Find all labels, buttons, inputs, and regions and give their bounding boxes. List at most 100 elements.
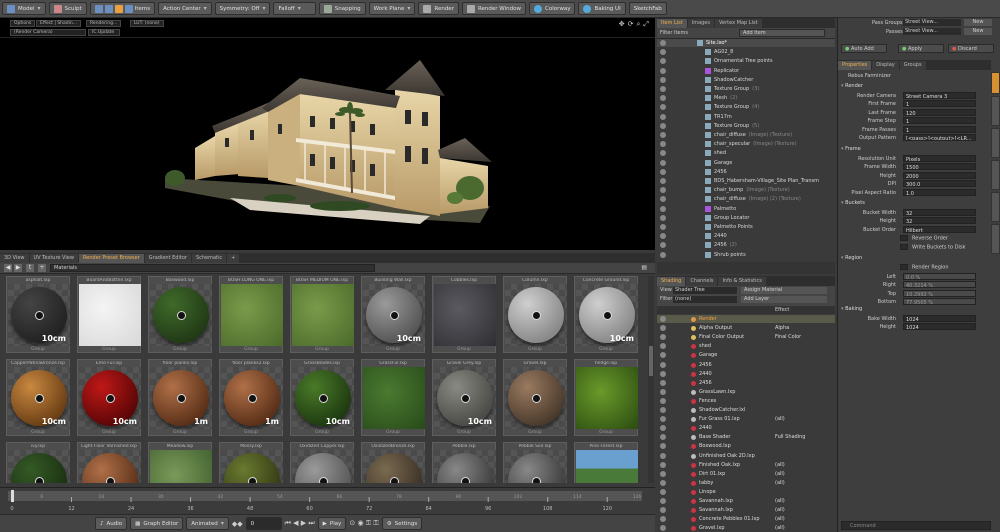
viewport-nav-icons[interactable]: ✥ ⟳ ⌕ ⤢ <box>619 20 649 29</box>
shader-row[interactable]: GrassLawn.lxp <box>657 388 835 396</box>
shader-row[interactable]: Render <box>657 315 835 324</box>
visibility-eye-icon[interactable] <box>660 224 666 230</box>
back-icon[interactable]: ◀ <box>4 264 12 272</box>
property-value[interactable]: 32 <box>903 209 976 216</box>
tab-info-statistics[interactable]: Info & Statistics <box>718 277 766 286</box>
property-value[interactable]: 1500 <box>903 163 976 171</box>
visibility-eye-icon[interactable] <box>660 49 666 56</box>
visibility-eye-icon[interactable] <box>660 205 666 212</box>
visibility-eye-icon[interactable] <box>660 76 666 83</box>
item-row[interactable]: chair_diffuse (Image) (2) (Texture) <box>657 195 835 203</box>
visibility-eye-icon[interactable] <box>660 488 666 495</box>
preset-card[interactable]: Pebble Soil.lxp <box>503 442 567 483</box>
timeline-ruler[interactable]: 0 12 24 36 48 60 72 84 96 108 120 6 18 30 42 54 66 78 90 10… <box>0 488 655 515</box>
checkbox-box[interactable] <box>900 264 908 270</box>
tab-uv-texture-view[interactable]: UV Texture View <box>29 254 78 263</box>
property-value[interactable]: Hilbert <box>903 225 976 233</box>
zoom-view-icon[interactable]: ⌕ <box>636 20 640 29</box>
side-tab-2[interactable] <box>991 96 1000 126</box>
selection-mode-buttons[interactable]: Items <box>89 2 156 15</box>
property-value[interactable]: 1024 <box>903 315 976 322</box>
item-row[interactable]: BDS_Habersham-Village_Site Plan_Transm <box>657 177 835 185</box>
item-row[interactable]: Group Locator <box>657 214 835 222</box>
item-row[interactable]: Garage <box>657 159 835 167</box>
preset-path-field[interactable]: Materials <box>50 264 375 272</box>
item-row[interactable]: Texture Group (5) <box>657 122 835 130</box>
shader-row[interactable]: Garage <box>657 351 835 359</box>
visibility-eye-icon[interactable] <box>660 242 666 249</box>
viewport-options-button[interactable]: Options <box>10 20 36 27</box>
colorway-button[interactable]: Colorway <box>528 2 576 15</box>
property-value[interactable]: 10.2992 % <box>903 289 976 297</box>
visibility-eye-icon[interactable] <box>660 187 666 194</box>
tab-3d-view[interactable]: 3D View <box>0 254 29 263</box>
preset-card[interactable]: Cobbles.lxp Group <box>432 276 496 353</box>
add-folder-icon[interactable]: + <box>38 264 46 272</box>
visibility-eye-icon[interactable] <box>660 196 666 203</box>
visibility-eye-icon[interactable] <box>660 251 666 258</box>
property-value[interactable]: 1 <box>903 125 976 133</box>
visibility-eye-icon[interactable] <box>660 397 666 404</box>
timeline[interactable]: 0 12 24 36 48 60 72 84 96 108 120 6 18 30 42 54 66 78 90 10… <box>0 487 655 514</box>
forward-icon[interactable]: ▶ <box>14 264 22 272</box>
filter-items-label[interactable]: Filter Items <box>660 30 688 36</box>
frame-field[interactable]: 0 <box>245 517 282 530</box>
visibility-eye-icon[interactable] <box>660 334 666 341</box>
visibility-eye-icon[interactable] <box>660 461 666 468</box>
preset-card[interactable]: BUSH MEDIUM ONE.lxp Group <box>290 276 354 353</box>
visibility-eye-icon[interactable] <box>660 233 666 240</box>
playback-controls[interactable]: ⏮ ◀ ▶ ⏭ <box>285 519 315 528</box>
shader-row[interactable]: Concrete Pebbles 01.lxp (all) <box>657 515 835 523</box>
tab-render-preset-browser[interactable]: Render Preset Browser <box>78 254 144 263</box>
preset-card[interactable]: OxidizedBronze.lxp <box>361 442 425 483</box>
preset-card[interactable]: Pine Forest.lxp <box>574 442 638 483</box>
preset-card[interactable]: Gravel Grey.lxp 10cm Group <box>432 359 496 436</box>
section-render[interactable]: Render <box>841 83 863 89</box>
property-value[interactable]: 1 <box>903 117 976 125</box>
property-value[interactable]: Pixels <box>903 155 976 162</box>
add-layer-button[interactable]: Add Layer <box>741 296 827 303</box>
shader-row[interactable]: Final Color Output Final Color <box>657 333 835 341</box>
shader-row[interactable]: shed <box>657 342 835 350</box>
preset-card[interactable]: ivy.lxp <box>6 442 70 483</box>
checkbox-render-region[interactable]: Render Region <box>900 264 949 271</box>
visibility-eye-icon[interactable] <box>660 407 666 413</box>
side-tab-render[interactable] <box>991 72 1000 94</box>
item-row[interactable]: chair_diffuse (Image) (Texture) <box>657 131 835 139</box>
preset-card[interactable]: Oxidized Copper.lxp <box>290 442 354 483</box>
property-value[interactable]: 1 <box>903 100 976 108</box>
preset-card[interactable]: GrassBlades.lxp 10cm Group <box>290 359 354 436</box>
preset-card[interactable]: Meadow.lxp <box>148 442 212 483</box>
property-value[interactable]: 1024 <box>903 323 976 331</box>
action-center-dropdown[interactable]: Action Center <box>158 2 212 15</box>
tab-shading[interactable]: Shading <box>657 277 686 286</box>
record-icons[interactable]: ⊙ ◉ ⚿ ⚿ <box>349 519 378 528</box>
visibility-eye-icon[interactable] <box>660 498 666 504</box>
item-row[interactable]: Replicator <box>657 67 835 75</box>
checkbox-reverse-order[interactable]: Reverse Order <box>900 235 948 242</box>
visibility-eye-icon[interactable] <box>660 95 666 102</box>
property-value[interactable]: 0.0 % <box>903 273 976 280</box>
item-row[interactable]: ShadowCatcher <box>657 76 835 84</box>
preset-card[interactable]: Emo Fur.lxp 10cm Group <box>77 359 141 436</box>
preset-card[interactable]: asphalt.lxp 10cm Group <box>6 276 70 353</box>
playhead[interactable] <box>11 490 14 502</box>
render-viewport[interactable] <box>0 38 655 250</box>
audio-button[interactable]: ♪ Audio <box>95 517 128 530</box>
visibility-eye-icon[interactable] <box>660 379 666 386</box>
tab-channels[interactable]: Channels <box>686 277 718 286</box>
ic-update-button[interactable]: IC Update <box>88 29 120 36</box>
property-value[interactable]: [<pass>]<output>[<LR... <box>903 134 976 141</box>
visibility-eye-icon[interactable] <box>660 370 666 377</box>
side-tab-3[interactable] <box>991 128 1000 158</box>
visibility-eye-icon[interactable] <box>660 104 666 111</box>
section-baking[interactable]: Baking <box>841 306 862 312</box>
visibility-eye-icon[interactable] <box>660 86 666 92</box>
item-row[interactable]: chair_specular (Image) (Texture) <box>657 140 835 148</box>
layout-model-button[interactable]: Model <box>2 2 46 15</box>
item-row[interactable]: Texture Group (4) <box>657 103 835 111</box>
up-folder-icon[interactable]: t <box>26 264 34 272</box>
preset-card[interactable]: BUSH LONG ONE.lxp Group <box>219 276 283 353</box>
side-tab-5[interactable] <box>991 192 1000 222</box>
property-value[interactable]: 2000 <box>903 171 976 179</box>
